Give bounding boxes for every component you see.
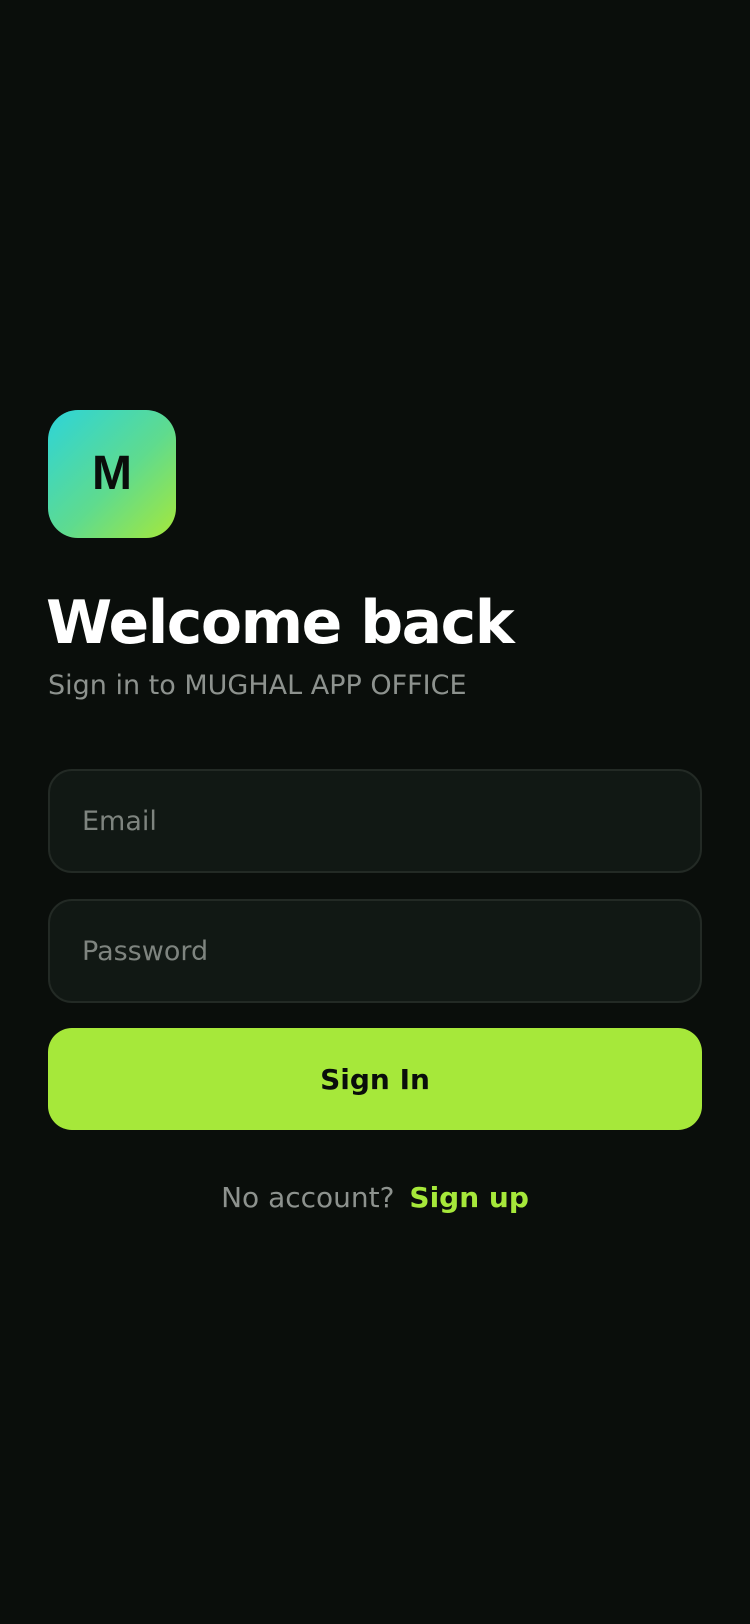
no-account-text: No account? [221,1181,395,1214]
sign-up-link[interactable]: Sign up [409,1181,528,1214]
sign-in-button[interactable]: Sign In [48,1028,702,1130]
login-screen: M Welcome back Sign in to MUGHAL APP OFF… [0,0,750,1624]
page-title: Welcome back [46,588,515,658]
email-field[interactable] [48,769,702,873]
email-input[interactable] [82,805,668,837]
password-input[interactable] [82,935,668,967]
page-subtitle: Sign in to MUGHAL APP OFFICE [48,670,467,701]
logo-letter: M [92,447,132,500]
app-logo: M [48,410,176,538]
password-field[interactable] [48,899,702,1003]
signup-prompt: No account? Sign up [0,1178,750,1218]
